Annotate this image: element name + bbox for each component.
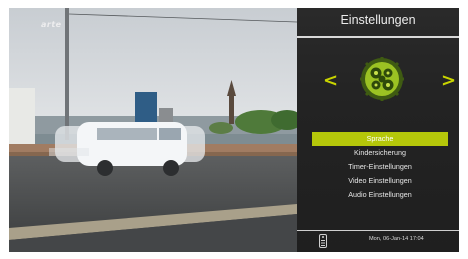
channel-logo: arte	[41, 20, 62, 29]
gear-icon	[360, 57, 404, 101]
datetime-display: Mon, 06-Jan-14 17:04	[369, 236, 424, 242]
tv-screen: arte Einstellungen < > Sprache Kindersic…	[9, 8, 459, 252]
panel-title: Einstellungen	[340, 13, 416, 27]
live-video: arte	[9, 8, 297, 252]
menu-item-kindersicherung[interactable]: Kindersicherung	[315, 146, 445, 160]
menu-item-sprache[interactable]: Sprache	[312, 132, 448, 146]
footer-divider	[297, 230, 459, 231]
arrow-right-icon[interactable]: >	[441, 70, 456, 91]
video-frame	[9, 8, 297, 252]
menu-item-video-einstellungen[interactable]: Video Einstellungen	[315, 174, 445, 188]
remote-control-icon	[319, 234, 327, 248]
settings-panel: Einstellungen < > Sprache Kindersicherun…	[297, 8, 459, 252]
title-divider	[297, 36, 459, 38]
settings-menu: Sprache Kindersicherung Timer-Einstellun…	[312, 132, 448, 202]
menu-item-timer-einstellungen[interactable]: Timer-Einstellungen	[315, 160, 445, 174]
menu-item-audio-einstellungen[interactable]: Audio Einstellungen	[315, 188, 445, 202]
arrow-left-icon[interactable]: <	[323, 70, 338, 91]
